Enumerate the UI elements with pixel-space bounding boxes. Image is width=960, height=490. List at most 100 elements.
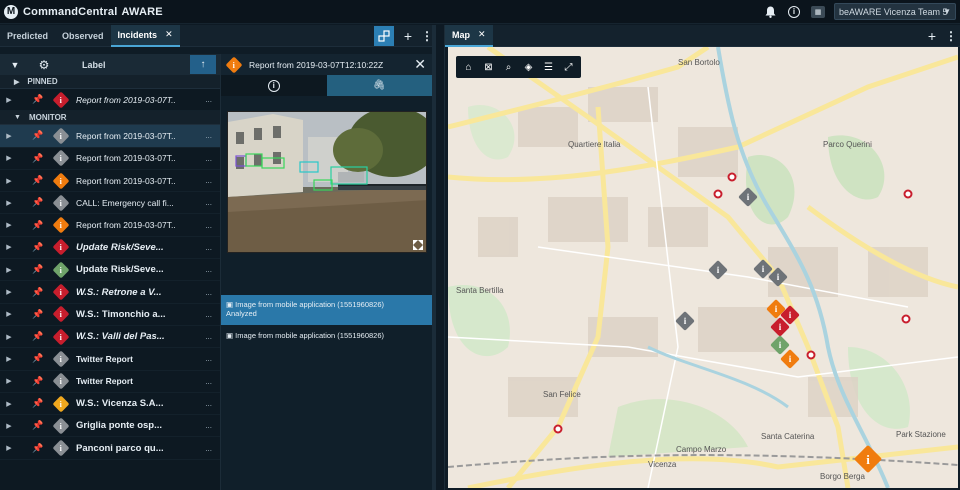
more-icon[interactable]: ... <box>205 131 212 140</box>
tab-attachments[interactable]: 🖇 <box>326 75 432 96</box>
pane-divider[interactable] <box>432 25 436 490</box>
draw-area-icon[interactable]: ⊠ <box>480 59 497 76</box>
expand-icon[interactable]: ▶ <box>0 132 18 140</box>
more-icon[interactable]: ... <box>205 154 212 163</box>
list-item[interactable]: ▶ 📌 i Update Risk/Seve...... <box>0 259 220 282</box>
report-photo[interactable] <box>227 111 427 253</box>
pin-icon[interactable]: 📌 <box>32 287 44 298</box>
expand-icon[interactable]: ▶ <box>0 177 18 185</box>
pin-icon[interactable]: 📌 <box>32 309 44 320</box>
pin-icon[interactable]: 📌 <box>32 242 44 253</box>
more-icon[interactable]: ... <box>205 354 212 363</box>
search-icon[interactable]: ⌕ <box>500 59 517 76</box>
tab-map[interactable]: Map ✕ <box>445 24 493 47</box>
list-item[interactable]: ▶ 📌 i Report from 2019-03-07T...... <box>0 125 220 148</box>
more-icon[interactable]: ... <box>205 95 212 104</box>
pin-icon[interactable]: 📌 <box>32 353 44 364</box>
more-options-icon[interactable]: ⋮ <box>945 26 957 46</box>
more-icon[interactable]: ... <box>205 399 212 408</box>
more-icon[interactable]: ... <box>205 243 212 252</box>
list-item[interactable]: ▶ 📌 i Update Risk/Seve...... <box>0 237 220 260</box>
tab-predicted[interactable]: Predicted <box>0 25 55 47</box>
list-item[interactable]: ▶ 📌 i W.S.: Valli del Pas...... <box>0 326 220 349</box>
list-item[interactable]: ▶ 📌 i W.S.: Timonchio a...... <box>0 304 220 326</box>
more-icon[interactable]: ... <box>205 332 212 341</box>
group-monitor[interactable]: ▼ MONITOR <box>0 111 220 126</box>
expand-icon[interactable]: ▶ <box>0 400 18 408</box>
expand-icon[interactable]: ▶ <box>0 154 18 162</box>
more-icon[interactable]: ... <box>205 377 212 386</box>
more-icon[interactable]: ... <box>205 176 212 185</box>
list-item[interactable]: ▶ 📌 i CALL: Emergency call fi...... <box>0 192 220 215</box>
add-tab-button[interactable]: + <box>924 26 940 46</box>
pin-icon[interactable]: 📌 <box>32 94 44 105</box>
expand-icon[interactable]: ▶ <box>0 444 18 452</box>
more-icon[interactable]: ... <box>205 288 212 297</box>
expand-icon[interactable]: ▶ <box>0 96 18 104</box>
expand-icon[interactable]: ▶ <box>0 377 18 385</box>
attachment-item[interactable]: ▣ Image from mobile application (1551960… <box>221 326 433 346</box>
expand-icon[interactable]: ▶ <box>0 333 18 341</box>
expand-icon[interactable]: ▶ <box>0 288 18 296</box>
list-item[interactable]: ▶ 📌 i Report from 2019-03-07T...... <box>0 148 220 170</box>
list-item[interactable]: ▶ 📌 i Report from 2019-03-07T...... <box>0 214 220 237</box>
split-view-button[interactable] <box>374 26 394 46</box>
more-icon[interactable]: ... <box>205 198 212 207</box>
filter-icon[interactable]: ▼ <box>0 54 30 75</box>
expand-icon[interactable]: ▶ <box>0 355 18 363</box>
pin-icon[interactable]: 📌 <box>32 130 44 141</box>
team-select[interactable]: beAWARE Vicenza Team 5 ▼ <box>834 3 956 20</box>
info-icon[interactable]: i <box>786 4 802 20</box>
expand-icon[interactable]: ▶ <box>0 221 18 229</box>
pin-icon[interactable]: 📌 <box>32 175 44 186</box>
map-canvas[interactable]: Quartiere Italia San Bortolo San Felice … <box>448 47 958 488</box>
attachment-item[interactable]: ▣ Image from mobile application (1551960… <box>221 295 433 325</box>
list-item[interactable]: ▶ 📌 i Report from 2019-03-07T...... <box>0 170 220 193</box>
home-icon[interactable]: ⌂ <box>460 59 477 76</box>
column-label-header[interactable]: Label <box>82 60 106 70</box>
list-item[interactable]: ▶ 📌 i Twitter Report... <box>0 348 220 371</box>
add-tab-button[interactable]: + <box>400 26 416 46</box>
expand-icon[interactable]: ▶ <box>0 310 18 318</box>
map-pane: Map ✕ + ⋮ Quartiere Italia San Bortolo S… <box>444 24 960 490</box>
tab-observed[interactable]: Observed <box>55 25 111 47</box>
pin-icon[interactable]: 📌 <box>32 420 44 431</box>
expand-icon[interactable]: ▶ <box>0 199 18 207</box>
pin-icon[interactable]: 📌 <box>32 264 44 275</box>
close-tab-icon[interactable]: ✕ <box>478 29 486 40</box>
list-item-pinned[interactable]: ▶ 📌 i Report from 2019-03-07T... ... <box>0 89 220 112</box>
list-icon[interactable]: ☰ <box>540 59 557 76</box>
layers-icon[interactable]: ◈ <box>520 59 537 76</box>
expand-icon[interactable]: ▶ <box>0 243 18 251</box>
pin-icon[interactable]: 📌 <box>32 197 44 208</box>
more-icon[interactable]: ... <box>205 444 212 453</box>
list-item[interactable]: ▶ 📌 i W.S.: Vicenza S.A...... <box>0 393 220 416</box>
apps-grid-icon[interactable]: ▦ <box>810 4 826 20</box>
tab-info[interactable]: i <box>221 75 327 96</box>
pin-icon[interactable]: 📌 <box>32 153 44 164</box>
pin-icon[interactable]: 📌 <box>32 220 44 231</box>
pin-icon[interactable]: 📌 <box>32 398 44 409</box>
more-icon[interactable]: ... <box>205 310 212 319</box>
list-item[interactable]: ▶ 📌 i W.S.: Retrone a V...... <box>0 281 220 304</box>
pin-icon[interactable]: 📌 <box>32 331 44 342</box>
expand-map-icon[interactable]: ⤢ <box>560 59 577 76</box>
expand-icon[interactable]: ▶ <box>0 422 18 430</box>
more-icon[interactable]: ... <box>205 221 212 230</box>
expand-icon[interactable]: ▶ <box>0 266 18 274</box>
close-tab-icon[interactable]: ✕ <box>165 29 173 40</box>
list-item[interactable]: ▶ 📌 i Twitter Report... <box>0 371 220 393</box>
more-icon[interactable]: ... <box>205 265 212 274</box>
close-icon[interactable]: ✕ <box>414 56 426 73</box>
sort-ascending-button[interactable]: ↑ <box>190 55 216 74</box>
group-pinned[interactable]: ▶ PINNED <box>0 75 220 89</box>
pin-icon[interactable]: 📌 <box>32 443 44 454</box>
list-item[interactable]: ▶ 📌 i Panconi parco qu...... <box>0 437 220 460</box>
gear-icon[interactable]: ⚙ <box>30 54 58 75</box>
pin-icon[interactable]: 📌 <box>32 376 44 387</box>
list-item[interactable]: ▶ 📌 i Griglia ponte osp...... <box>0 415 220 438</box>
more-icon[interactable]: ... <box>205 421 212 430</box>
bell-icon[interactable] <box>762 4 778 20</box>
more-options-icon[interactable]: ⋮ <box>421 26 433 46</box>
tab-incidents[interactable]: Incidents ✕ <box>110 24 180 47</box>
